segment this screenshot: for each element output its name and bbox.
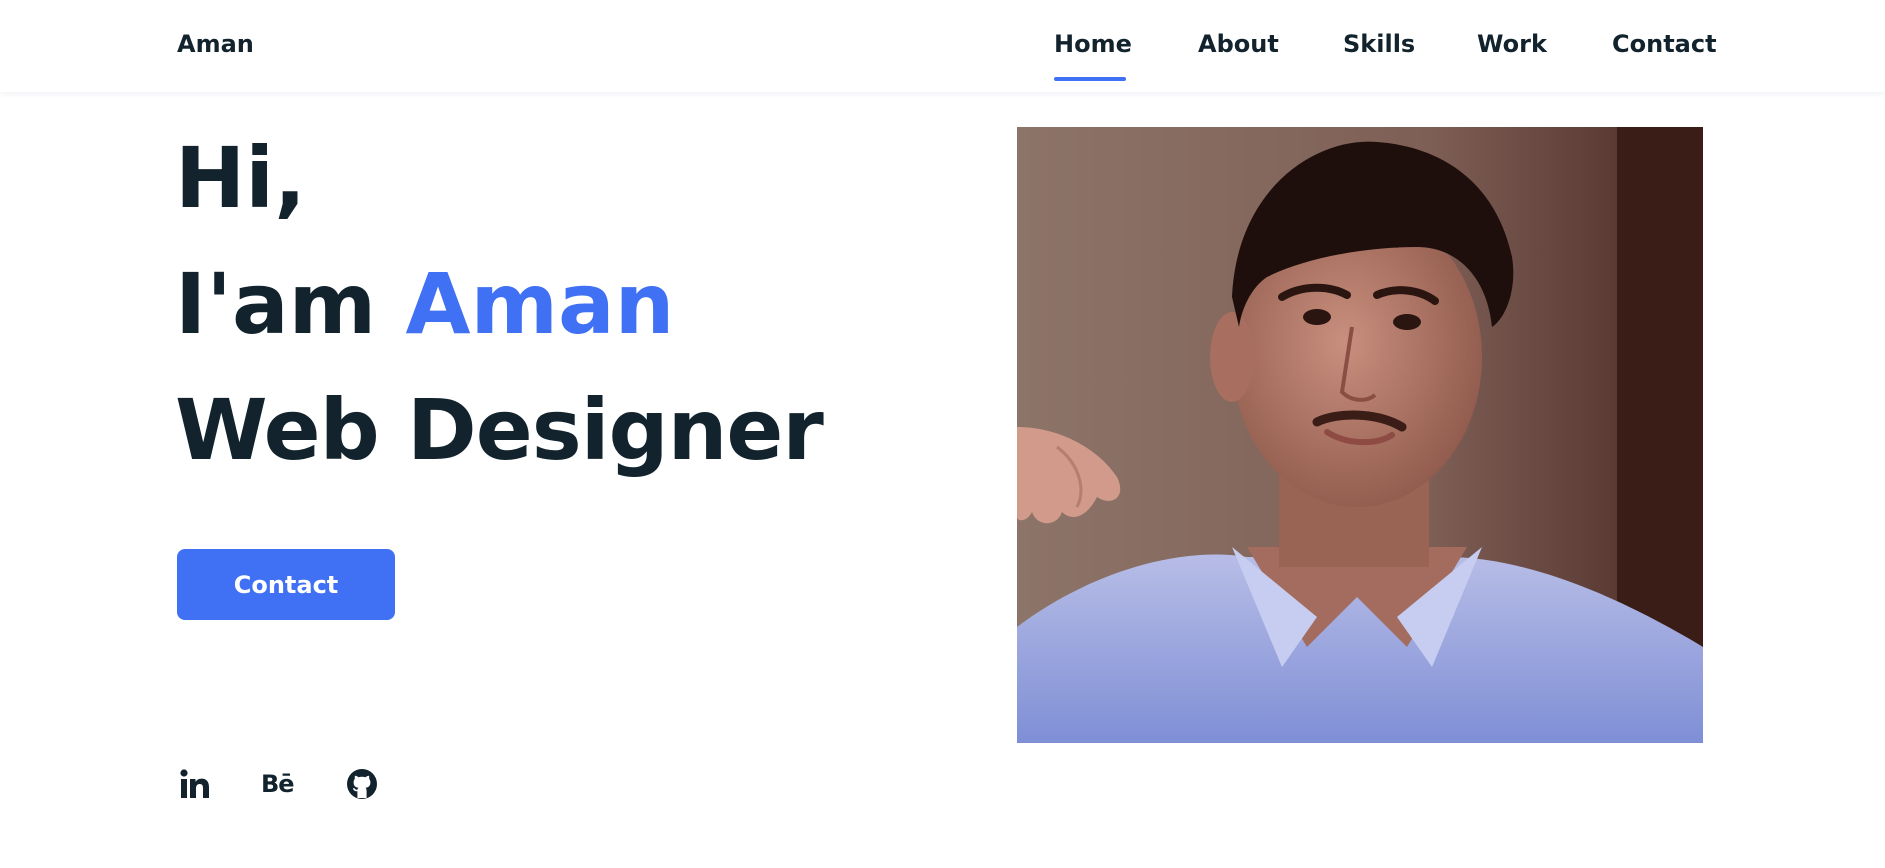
nav-item-work[interactable]: Work xyxy=(1477,30,1547,58)
nav-item-skills[interactable]: Skills xyxy=(1343,30,1415,58)
hero-role: Web Designer xyxy=(175,381,824,479)
linkedin-icon[interactable] xyxy=(179,764,211,804)
site-header: Aman Home About Skills Work Contact xyxy=(0,0,1885,92)
nav-item-home[interactable]: Home xyxy=(1054,30,1132,81)
hero-greeting: Hi, xyxy=(175,129,307,227)
profile-photo xyxy=(1017,127,1703,743)
contact-button[interactable]: Contact xyxy=(177,549,395,620)
nav-item-about[interactable]: About xyxy=(1198,30,1279,58)
hero-intro-prefix: I'am xyxy=(175,255,406,353)
github-icon[interactable] xyxy=(345,764,379,804)
nav-item-contact[interactable]: Contact xyxy=(1612,30,1717,58)
hero-name: Aman xyxy=(405,255,675,353)
behance-icon[interactable]: Bē xyxy=(261,764,295,804)
hero-intro: I'am Aman xyxy=(175,262,674,346)
main-nav: Home About Skills Work Contact xyxy=(0,30,1885,90)
